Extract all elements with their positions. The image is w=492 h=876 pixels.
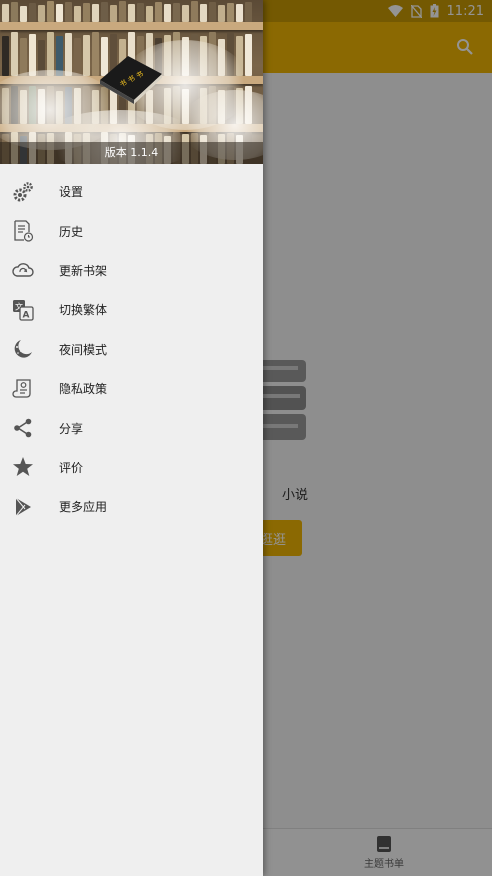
- svg-text:A: A: [23, 310, 30, 320]
- history-icon: [12, 220, 34, 242]
- menu-item-night-mode[interactable]: 夜间模式: [0, 330, 263, 369]
- menu-item-label: 分享: [59, 421, 84, 436]
- version-label: 版本 1.1.4: [0, 142, 263, 164]
- menu-item-settings[interactable]: 设置: [0, 172, 263, 211]
- translate-icon: 文 A: [12, 299, 34, 321]
- gears-icon: [12, 181, 34, 203]
- privacy-scroll-icon: [12, 378, 34, 400]
- menu-item-privacy-policy[interactable]: 隐私政策: [0, 369, 263, 408]
- menu-item-label: 设置: [59, 185, 84, 200]
- menu-item-label: 夜间模式: [59, 342, 108, 357]
- moon-icon: [12, 338, 34, 360]
- menu-item-label: 历史: [59, 224, 84, 239]
- menu-item-label: 更新书架: [59, 263, 108, 278]
- menu-item-history[interactable]: 历史: [0, 211, 263, 250]
- shelf-books: [0, 0, 263, 22]
- menu-item-more-apps[interactable]: 更多应用: [0, 487, 263, 526]
- navigation-drawer: 书 书 书 版本 1.1.4 设置 历史 更新书架 文 A 切换繁体 夜间模式 …: [0, 0, 263, 876]
- star-icon: [12, 456, 34, 478]
- menu-item-label: 评价: [59, 460, 84, 475]
- menu-item-traditional-chinese[interactable]: 文 A 切换繁体: [0, 290, 263, 329]
- drawer-menu: 设置 历史 更新书架 文 A 切换繁体 夜间模式 隐私政策 分享 评价 更多应用: [0, 172, 263, 527]
- menu-item-rate[interactable]: 评价: [0, 448, 263, 487]
- app-logo-book: 书 书 书: [98, 56, 164, 108]
- menu-item-update-shelf[interactable]: 更新书架: [0, 251, 263, 290]
- menu-item-label: 更多应用: [59, 500, 108, 515]
- menu-item-label: 切换繁体: [59, 303, 108, 318]
- cloud-sync-icon: [12, 259, 34, 281]
- drawer-header-image: 书 书 书 版本 1.1.4: [0, 0, 263, 164]
- share-icon: [12, 417, 34, 439]
- menu-item-share[interactable]: 分享: [0, 408, 263, 447]
- menu-item-label: 隐私政策: [59, 382, 108, 397]
- shelf-board: [0, 22, 263, 30]
- play-store-icon: [12, 496, 34, 518]
